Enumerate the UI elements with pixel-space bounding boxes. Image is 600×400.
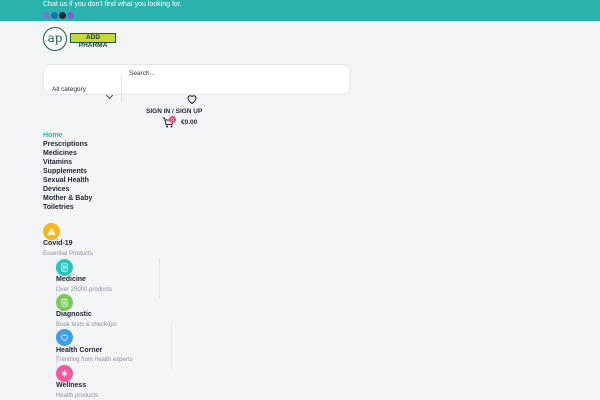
topbar-message: Chat us if you don't find what you looki… [43,1,182,8]
clipboard-icon [61,298,68,307]
main-nav: Home Prescriptions Medicines Vitamins Su… [43,131,92,212]
instagram-icon[interactable] [59,12,66,19]
logo-mark-text: ap [47,31,63,45]
top-bar: Chat us if you don't find what you looki… [0,0,600,21]
search-input[interactable] [129,68,329,78]
covid-card-icon[interactable] [43,223,60,240]
twitter-icon[interactable] [51,12,58,19]
divider [159,258,160,298]
nav-item-mother-baby[interactable]: Mother & Baby [43,194,92,203]
warning-icon [47,227,56,235]
heart-icon[interactable] [186,93,198,105]
category-subtitle: Essential Products [43,251,93,257]
facebook-icon[interactable] [43,12,50,19]
divider [171,325,172,369]
sparkle-icon [61,370,68,377]
cart-total[interactable]: €0.00 [181,119,197,126]
linkedin-icon[interactable] [67,12,74,19]
category-title[interactable]: Wellness [56,382,86,389]
nav-item-home[interactable]: Home [43,131,92,140]
medicine-card-icon[interactable] [56,259,73,276]
category-title[interactable]: Diagnostic [56,311,92,318]
category-select[interactable]: All category [52,86,86,93]
logo-name-badge: ADD PHARMA [70,33,116,49]
nav-item-sexual-health[interactable]: Sexual Health [43,176,92,185]
nav-item-supplements[interactable]: Supplements [43,167,92,176]
category-subtitle: Over 25000 products [56,287,113,293]
document-icon [61,263,68,272]
diagnostic-card-icon[interactable] [56,294,73,311]
nav-item-devices[interactable]: Devices [43,185,92,194]
logo-name: ADD PHARMA [78,34,108,49]
social-links [43,12,74,19]
nav-item-prescriptions[interactable]: Prescriptions [43,140,92,149]
category-title[interactable]: Health Corner [56,347,102,354]
nav-item-toiletries[interactable]: Toiletries [43,203,92,212]
health-corner-card-icon[interactable] [56,329,73,346]
category-subtitle: Book tests & checkups [56,322,117,328]
wellness-card-icon[interactable] [56,365,73,382]
signin-link[interactable]: SIGN IN / SIGN UP [146,108,202,115]
category-subtitle: Health products [56,393,99,399]
search-divider [121,74,122,102]
category-title[interactable]: Covid-19 [43,240,73,247]
heart-icon [61,334,68,342]
nav-item-vitamins[interactable]: Vitamins [43,158,92,167]
site-logo[interactable]: ap ADD PHARMA [43,27,116,51]
nav-item-medicines[interactable]: Medicines [43,149,92,158]
category-subtitle: Trending from health experts [56,357,133,363]
cart-count-badge: 0 [169,116,176,123]
category-title[interactable]: Medicine [56,276,86,283]
